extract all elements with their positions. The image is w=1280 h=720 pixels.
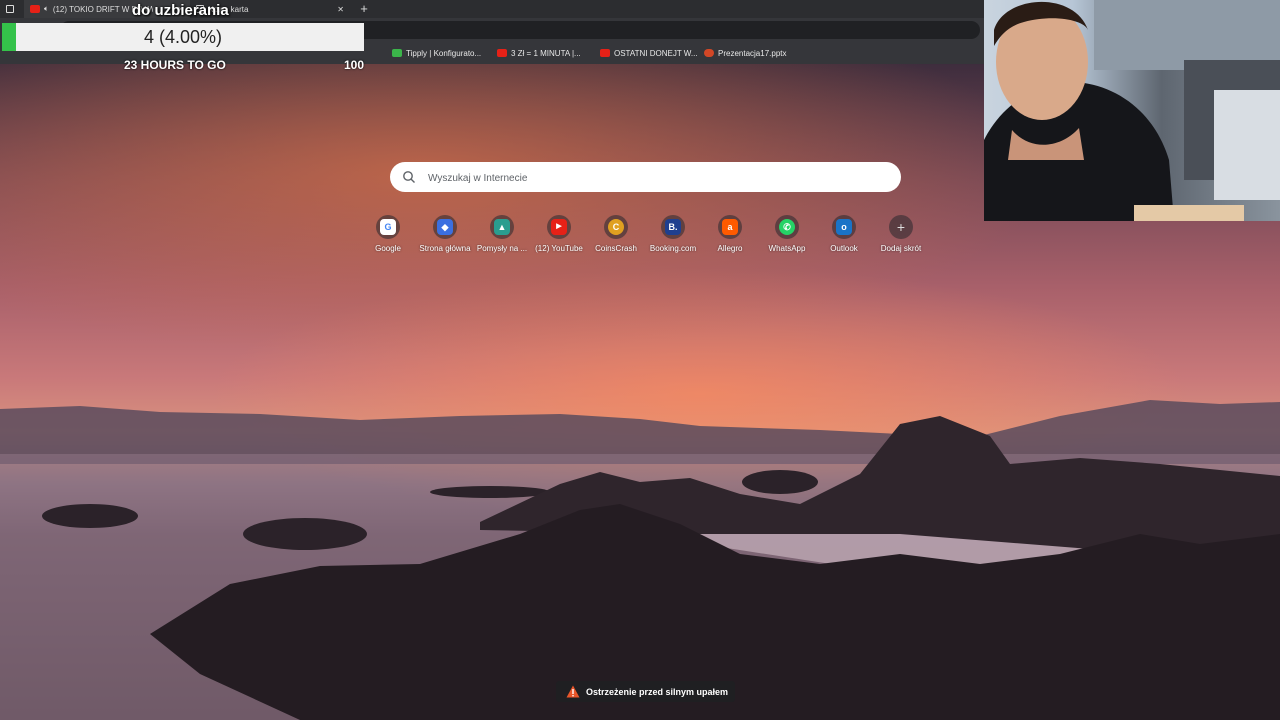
shortcut-label: Booking.com bbox=[649, 244, 697, 253]
powerpoint-icon bbox=[704, 49, 714, 57]
bookmark-ostatni-donejt[interactable]: OSTATNI DONEJT W... bbox=[600, 46, 698, 60]
shortcut-allegro[interactable]: a Allegro bbox=[702, 215, 758, 259]
shortcut-label: Strona główna bbox=[419, 244, 471, 253]
weather-alert-text: Ostrzeżenie przed silnym upałem bbox=[586, 686, 729, 697]
screen: 🔈︎ (12) TOKIO DRIFT W PRAWI ✕ Nowa karta… bbox=[0, 0, 1280, 720]
shortcut-google[interactable]: G Google bbox=[360, 215, 416, 259]
goal-value: 4 (4.00%) bbox=[143, 27, 223, 47]
tab-actions-button[interactable] bbox=[0, 0, 24, 18]
tipply-icon bbox=[392, 49, 402, 57]
google-icon: G bbox=[380, 219, 396, 235]
roblox-icon: ◆ bbox=[437, 219, 453, 235]
search-icon bbox=[403, 171, 415, 183]
youtube-icon bbox=[600, 49, 610, 57]
search-input[interactable] bbox=[426, 167, 890, 189]
shortcut-coinscrash[interactable]: C CoinsCrash bbox=[588, 215, 644, 259]
shortcut-strona-glowna[interactable]: ◆ Strona główna bbox=[417, 215, 473, 259]
shortcut-label: Dodaj skrót bbox=[880, 244, 922, 253]
goal-progress-bar: 4 (4.00%) bbox=[2, 23, 364, 51]
plus-icon: + bbox=[896, 219, 906, 235]
shortcut-label: Google bbox=[375, 244, 401, 253]
booking-icon: B. bbox=[665, 219, 681, 235]
bookmark-prezentacja[interactable]: Prezentacja17.pptx bbox=[704, 46, 787, 60]
weather-alert[interactable]: Ostrzeżenie przed silnym upałem bbox=[556, 681, 735, 702]
shortcut-label: Pomysły na ... bbox=[476, 244, 528, 253]
goal-target: 100 bbox=[344, 58, 365, 72]
bookmark-label: OSTATNI DONEJT W... bbox=[614, 48, 698, 58]
shortcut-label: Allegro bbox=[717, 244, 743, 253]
shortcut-pomysly[interactable]: ▲ Pomysły na ... bbox=[474, 215, 530, 259]
youtube-icon: ▶ bbox=[551, 219, 567, 235]
shortcut-youtube[interactable]: ▶ (12) YouTube bbox=[531, 215, 587, 259]
bookmark-label: 3 Zł = 1 MINUTA |... bbox=[511, 48, 581, 58]
webcam-image bbox=[984, 0, 1280, 221]
shortcut-whatsapp[interactable]: ✆ WhatsApp bbox=[759, 215, 815, 259]
bookmark-label: Prezentacja17.pptx bbox=[718, 48, 787, 58]
bookmark-label: Tipply | Konfigurato... bbox=[406, 48, 482, 58]
webcam-feed bbox=[984, 0, 1280, 221]
shortcut-outlook[interactable]: o Outlook bbox=[816, 215, 872, 259]
shortcut-booking[interactable]: B. Booking.com bbox=[645, 215, 701, 259]
tab-actions-icon bbox=[6, 5, 14, 13]
bookmark-tipply[interactable]: Tipply | Konfigurato... bbox=[392, 46, 481, 60]
shortcut-label: (12) YouTube bbox=[535, 244, 583, 253]
allegro-icon: a bbox=[722, 219, 738, 235]
whatsapp-icon: ✆ bbox=[779, 219, 795, 235]
close-tab-icon[interactable]: ✕ bbox=[337, 5, 344, 14]
shortcut-label: Outlook bbox=[830, 244, 858, 253]
shortcut-add[interactable]: + Dodaj skrót bbox=[873, 215, 929, 259]
warning-icon bbox=[566, 685, 580, 698]
coinscrash-icon: C bbox=[608, 219, 624, 235]
ideas-icon: ▲ bbox=[494, 219, 510, 235]
shortcut-label: CoinsCrash bbox=[595, 244, 637, 253]
bookmark-3zl[interactable]: 3 Zł = 1 MINUTA |... bbox=[497, 46, 581, 60]
goal-time-left: 23 HOURS TO GO bbox=[124, 58, 226, 72]
outlook-icon: o bbox=[836, 219, 852, 235]
search-box[interactable] bbox=[390, 162, 901, 192]
new-tab-button[interactable]: + bbox=[357, 0, 371, 18]
goal-title: do uzbierania bbox=[132, 2, 229, 19]
shortcut-label: WhatsApp bbox=[768, 244, 806, 253]
youtube-icon bbox=[497, 49, 507, 57]
speaker-icon[interactable]: 🔈︎ bbox=[44, 4, 49, 14]
youtube-icon bbox=[30, 5, 40, 13]
